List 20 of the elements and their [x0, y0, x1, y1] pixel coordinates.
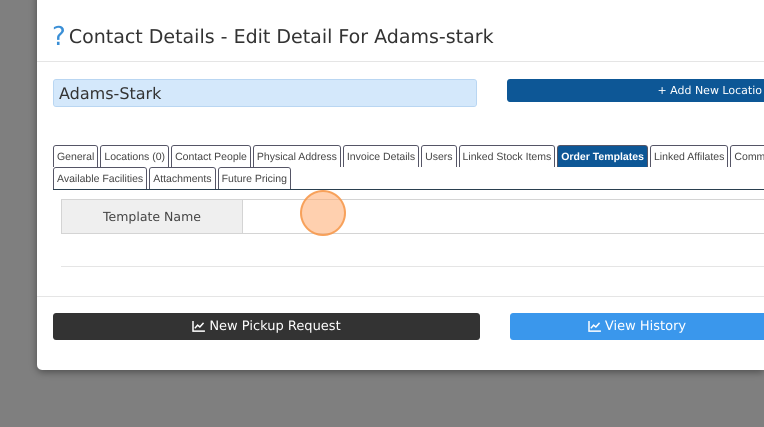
tab[interactable]: Users: [421, 145, 457, 167]
add-location-button[interactable]: + Add New Locatio: [507, 79, 764, 102]
tab[interactable]: Physical Address: [252, 145, 341, 167]
tab[interactable]: General: [53, 145, 98, 167]
line-chart-icon: [588, 321, 601, 332]
tab[interactable]: Linked Affilates: [650, 145, 728, 167]
tab[interactable]: Contact People: [171, 145, 251, 167]
tab[interactable]: Future Pricing: [218, 167, 291, 189]
dialog-title: Contact Details - Edit Detail For Adams-stark: [68, 26, 494, 48]
tab[interactable]: Attachments: [149, 167, 216, 189]
column-header: Template Name: [62, 200, 243, 233]
name-field[interactable]: Adams-Stark: [53, 79, 477, 107]
tab[interactable]: Linked Stock Items: [458, 145, 556, 167]
tab[interactable]: Order Templates: [557, 145, 648, 167]
pickup-request-button[interactable]: New Pickup Request: [53, 313, 480, 340]
click-indicator: [300, 190, 346, 236]
tab[interactable]: Invoice Details: [342, 145, 420, 167]
line-chart-icon: [192, 321, 206, 332]
tab[interactable]: Available Facilities: [53, 167, 148, 189]
tab[interactable]: Locations (0): [100, 145, 170, 167]
